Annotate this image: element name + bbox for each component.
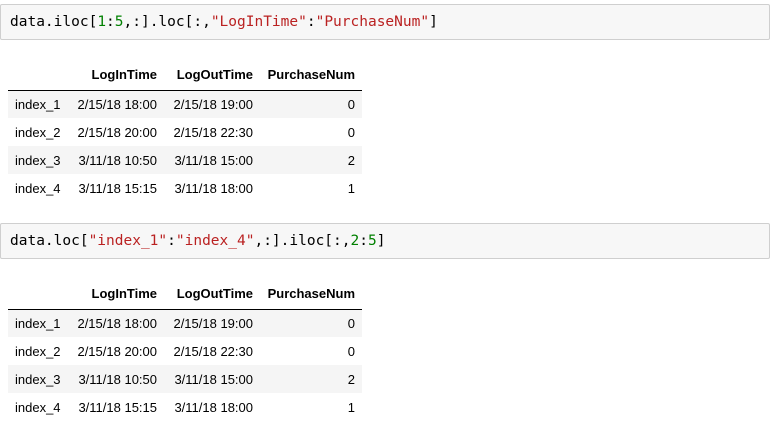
row-index: index_2 — [15, 343, 61, 359]
code-token: data.iloc[ — [10, 14, 98, 30]
cell-logintime: 3/11/18 15:15 — [78, 180, 157, 196]
index-header — [8, 60, 68, 91]
column-header-logouttime: LogOutTime — [164, 279, 260, 310]
cell-logintime: 2/15/18 18:00 — [77, 315, 157, 331]
code-token: data.loc[ — [10, 233, 89, 249]
row-index: index_2 — [15, 124, 61, 140]
table-row: index_4 3/11/18 15:15 3/11/18 18:00 1 — [8, 174, 362, 202]
code-token: 2 — [350, 233, 360, 249]
dataframe-output-2: LogInTime LogOutTime PurchaseNum index_1… — [8, 279, 362, 421]
cell-logouttime: 2/15/18 19:00 — [173, 315, 253, 331]
cell-logouttime: 3/11/18 15:00 — [174, 152, 253, 168]
cell-logouttime: 3/11/18 18:00 — [174, 399, 253, 415]
cell-logintime: 3/11/18 15:15 — [78, 399, 157, 415]
index-header — [8, 279, 68, 310]
table-row: index_2 2/15/18 20:00 2/15/18 22:30 0 — [8, 337, 362, 365]
code-line-2: data.loc["index_1":"index_4",:].iloc[:,2… — [10, 232, 385, 250]
table-row: index_2 2/15/18 20:00 2/15/18 22:30 0 — [8, 118, 362, 146]
table-row: index_3 3/11/18 10:50 3/11/18 15:00 2 — [8, 146, 362, 174]
cell-logouttime: 2/15/18 22:30 — [173, 124, 253, 140]
table-header-row: LogInTime LogOutTime PurchaseNum — [8, 60, 362, 91]
code-token: 5 — [114, 14, 124, 30]
column-header-logouttime: LogOutTime — [164, 60, 260, 91]
cell-logintime: 3/11/18 10:50 — [78, 371, 157, 387]
cell-purchasenum: 0 — [347, 315, 355, 331]
code-token: "index_1" — [88, 233, 168, 249]
code-token: "index_4" — [175, 233, 255, 249]
column-header-purchasenum: PurchaseNum — [260, 279, 362, 310]
dataframe-output-1: LogInTime LogOutTime PurchaseNum index_1… — [8, 60, 362, 202]
row-index: index_4 — [15, 180, 61, 196]
code-token: : — [167, 233, 176, 249]
code-cell-2-input[interactable]: data.loc["index_1":"index_4",:].iloc[:,2… — [0, 223, 770, 259]
cell-logouttime: 2/15/18 19:00 — [173, 96, 253, 112]
cell-purchasenum: 1 — [347, 180, 355, 196]
cell-purchasenum: 2 — [347, 371, 355, 387]
cell-purchasenum: 1 — [347, 399, 355, 415]
column-header-logintime: LogInTime — [68, 60, 164, 91]
row-index: index_3 — [15, 371, 61, 387]
code-token: : — [359, 233, 368, 249]
cell-purchasenum: 0 — [347, 343, 355, 359]
cell-purchasenum: 0 — [347, 124, 355, 140]
code-token: : — [106, 14, 115, 30]
code-token: : — [306, 14, 316, 30]
cell-logintime: 3/11/18 10:50 — [78, 152, 157, 168]
code-cell-1-input[interactable]: data.iloc[1:5,:].loc[:,"LogInTime":"Purc… — [0, 4, 770, 40]
column-header-purchasenum: PurchaseNum — [260, 60, 362, 91]
table-row: index_1 2/15/18 18:00 2/15/18 19:00 0 — [8, 309, 362, 337]
code-token: 5 — [367, 233, 377, 249]
cell-logintime: 2/15/18 18:00 — [77, 96, 157, 112]
row-index: index_3 — [15, 152, 61, 168]
code-token: ] — [376, 233, 386, 249]
cell-purchasenum: 0 — [347, 96, 355, 112]
code-token: ,:].iloc[:, — [254, 233, 351, 249]
table-row: index_3 3/11/18 10:50 3/11/18 15:00 2 — [8, 365, 362, 393]
code-line-1: data.iloc[1:5,:].loc[:,"LogInTime":"Purc… — [10, 13, 438, 31]
cell-logouttime: 2/15/18 22:30 — [173, 343, 253, 359]
cell-logouttime: 3/11/18 15:00 — [174, 371, 253, 387]
row-index: index_1 — [15, 315, 61, 331]
code-token: "PurchaseNum" — [315, 14, 430, 30]
code-token: 1 — [97, 14, 107, 30]
code-token: ,:].loc[:, — [123, 14, 211, 30]
table-row: index_1 2/15/18 18:00 2/15/18 19:00 0 — [8, 90, 362, 118]
code-token: "LogInTime" — [210, 14, 307, 30]
cell-logintime: 2/15/18 20:00 — [77, 343, 157, 359]
table-row: index_4 3/11/18 15:15 3/11/18 18:00 1 — [8, 393, 362, 421]
cell-logintime: 2/15/18 20:00 — [77, 124, 157, 140]
row-index: index_1 — [15, 96, 61, 112]
column-header-logintime: LogInTime — [68, 279, 164, 310]
code-token: ] — [429, 14, 438, 30]
row-index: index_4 — [15, 399, 61, 415]
cell-purchasenum: 2 — [347, 152, 355, 168]
table-header-row: LogInTime LogOutTime PurchaseNum — [8, 279, 362, 310]
cell-logouttime: 3/11/18 18:00 — [174, 180, 253, 196]
